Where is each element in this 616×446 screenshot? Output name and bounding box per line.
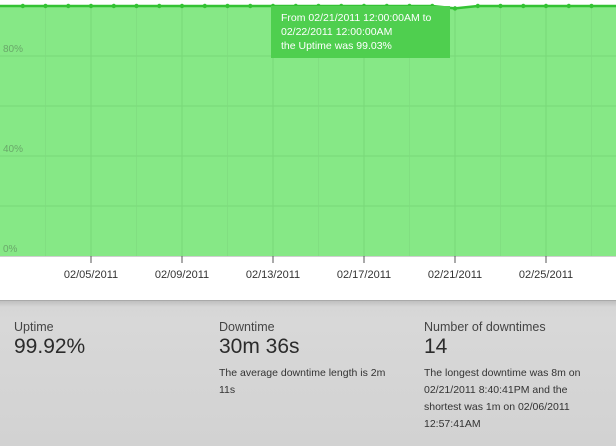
data-point [225,3,230,9]
uptime-tooltip: From 02/21/2011 12:00:00AM to 02/22/2011… [271,6,450,58]
data-point [543,3,549,9]
downtimes-count-label: Number of downtimes [424,320,546,334]
x-axis-label: 02/09/2011 [155,269,209,281]
tooltip-line-1: From 02/21/2011 12:00:00AM to [281,12,432,24]
downtime-value: 30m 36s [219,335,300,358]
tooltip-line-2: 02/22/2011 12:00:00AM [281,26,393,38]
data-point [134,3,139,9]
downtime-note: The average downtime length is 2m 11s [219,367,386,396]
tooltip-line-3: the Uptime was 99.03% [281,40,392,52]
data-point [521,3,526,9]
data-point [202,3,207,9]
downtime-label: Downtime [219,320,275,334]
data-point [66,3,71,9]
y-axis-label: 40% [3,144,23,155]
data-point [589,3,594,9]
uptime-value: 99.92% [14,335,86,358]
data-point [88,3,94,9]
downtimes-count-value: 14 [424,335,448,358]
x-axis-label: 02/13/2011 [246,269,300,281]
data-point [179,3,185,9]
data-point [248,3,253,9]
y-axis-label: 0% [3,244,18,255]
x-axis-label: 02/17/2011 [337,269,391,281]
x-axis-label: 02/05/2011 [64,269,118,281]
x-axis-label: 02/25/2011 [519,269,573,281]
stats-panel: Uptime 99.92% Downtime 30m 36s The avera… [0,300,616,446]
data-point [157,3,162,9]
data-point [111,3,117,9]
uptime-stat: Uptime 99.92% [14,320,194,359]
data-point [20,3,25,9]
data-point [475,3,480,9]
downtimes-note: The longest downtime was 8m on 02/21/201… [424,367,581,430]
downtime-stat: Downtime 30m 36s The average downtime le… [219,320,399,399]
data-point [43,3,48,9]
uptime-label: Uptime [14,320,54,334]
data-point [566,3,571,9]
y-axis-label: 80% [3,44,23,55]
data-point [452,6,458,11]
x-axis-label: 02/21/2011 [428,269,482,281]
data-point [498,3,503,9]
downtimes-count-stat: Number of downtimes 14 The longest downt… [424,320,604,433]
